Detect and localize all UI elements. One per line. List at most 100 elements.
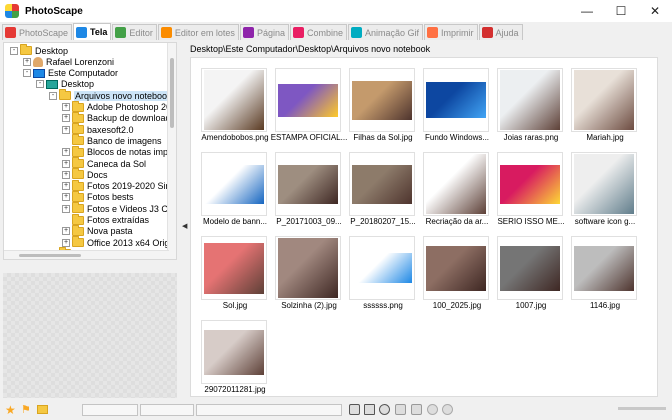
photoscape-window: PhotoScape — ☐ ✕ PhotoScape Tela Editor Edi… <box>0 0 672 420</box>
thumbnail-item[interactable]: ssssss.png <box>349 236 417 312</box>
collapse-icon[interactable]: - <box>36 80 44 89</box>
expand-icon[interactable]: + <box>62 193 70 202</box>
expand-icon[interactable]: + <box>62 182 70 191</box>
tree-item[interactable]: + Fotos e Videos J3 Cri <box>62 202 173 214</box>
tab-editor-em-lotes[interactable]: Editor em lotes <box>157 24 239 40</box>
thumbnail-item[interactable]: P_20180207_15... <box>349 152 417 228</box>
tab-ajuda[interactable]: Ajuda <box>478 24 523 40</box>
refresh-icon[interactable] <box>37 404 49 416</box>
folder-tree-vertical-scrollbar[interactable] <box>167 43 176 259</box>
tab-tela[interactable]: Tela <box>73 23 112 40</box>
expand-icon[interactable]: + <box>62 170 70 179</box>
folder-icon <box>72 179 84 191</box>
delete-icon[interactable] <box>395 404 406 415</box>
tree-item[interactable]: - Desktop <box>10 44 68 56</box>
thumbnail-item[interactable]: Fundo Windows... <box>423 68 491 144</box>
collapse-panel-arrow-icon[interactable]: ◀ <box>182 222 187 230</box>
tab-label: Combine <box>306 27 343 38</box>
thumbnail-filename: software icon g... <box>574 217 636 226</box>
computer-icon <box>33 68 45 78</box>
expand-icon[interactable]: + <box>62 159 70 168</box>
folder-tree-horizontal-scrollbar[interactable] <box>4 250 169 259</box>
collapse-icon[interactable]: - <box>49 91 57 100</box>
expand-icon[interactable]: + <box>23 57 31 66</box>
expand-icon[interactable]: + <box>62 204 70 213</box>
thumbnail-item[interactable]: SERIO ISSO ME... <box>497 152 565 228</box>
slideshow-icon[interactable] <box>349 404 360 415</box>
collapse-icon[interactable]: - <box>23 69 31 78</box>
fit-screen-icon[interactable] <box>364 404 375 415</box>
expand-icon[interactable]: + <box>62 238 70 247</box>
window-controls: — ☐ ✕ <box>570 0 672 22</box>
tab-combine[interactable]: Combine <box>289 24 347 40</box>
print-icon[interactable] <box>411 404 422 415</box>
status-bar: ★ ⚑ <box>0 400 672 420</box>
tab-anima-o-gif[interactable]: Animação Gif <box>348 24 424 40</box>
expand-icon[interactable]: + <box>62 114 70 123</box>
folder-icon <box>59 89 71 101</box>
scrollbar-thumb[interactable] <box>170 58 174 128</box>
thumbnail-frame <box>201 236 267 300</box>
thumbnail-item[interactable]: software icon g... <box>571 152 639 228</box>
thumbnail-item[interactable]: 1146.jpg <box>571 236 639 312</box>
thumbnail-frame <box>201 152 267 216</box>
thumbnail-item[interactable]: ESTAMPA OFICIAL... <box>271 68 347 144</box>
tree-item[interactable]: + Blocos de notas impo <box>62 145 174 158</box>
expand-icon[interactable]: + <box>62 227 70 236</box>
expand-icon[interactable]: + <box>62 125 70 134</box>
title-bar: PhotoScape — ☐ ✕ <box>0 0 672 22</box>
folder-icon <box>72 111 84 123</box>
thumbnail-item[interactable]: Modelo de bann... <box>201 152 269 228</box>
tree-item[interactable]: - Este Computador <box>23 68 118 79</box>
zoom-slider[interactable] <box>618 407 666 410</box>
scrollbar-thumb[interactable] <box>19 254 81 257</box>
tab-imprimir[interactable]: Imprimir <box>424 24 478 40</box>
thumbnail-item[interactable]: Joias raras.png <box>497 68 565 144</box>
tab-editor[interactable]: Editor <box>112 24 157 40</box>
thumbnail-item[interactable]: Amendobobos.png <box>201 68 269 144</box>
minimize-button[interactable]: — <box>570 0 604 22</box>
thumbnail-item[interactable]: Filhas da Sol.jpg <box>349 68 417 144</box>
tab-icon <box>242 27 254 38</box>
expand-icon[interactable]: + <box>62 148 70 157</box>
maximize-button[interactable]: ☐ <box>604 0 638 22</box>
close-button[interactable]: ✕ <box>638 0 672 22</box>
rotate-right-icon[interactable] <box>442 404 453 415</box>
tree-item-label: Fotos 2019-2020 Sim <box>87 181 174 192</box>
thumbnail-item[interactable]: 29072011281.jpg <box>201 320 269 396</box>
tab-photoscape[interactable]: PhotoScape <box>2 24 73 40</box>
thumbnail-frame <box>201 68 267 132</box>
info-icon[interactable] <box>379 404 390 415</box>
folder-icon <box>72 123 84 135</box>
thumbnail-item[interactable]: 1007.jpg <box>497 236 565 312</box>
tree-item[interactable]: + Adobe Photoshop 20 <box>62 100 171 113</box>
thumbnail-item[interactable]: 100_2025.jpg <box>423 236 491 312</box>
tree-item[interactable]: + Office 2013 x64 Origi <box>62 236 171 248</box>
thumbnail-image <box>352 164 412 204</box>
tab-icon <box>160 27 172 38</box>
thumbnail-item[interactable]: Recriação da ar... <box>423 152 491 228</box>
thumbnail-item[interactable]: Solzinha (2).jpg <box>275 236 343 312</box>
tree-item-label: Fotos extraídas <box>87 215 150 225</box>
thumbnail-item[interactable]: Sol.jpg <box>201 236 269 312</box>
path-text: Desktop\Este Computador\Desktop\Arquivos… <box>190 44 431 54</box>
star-icon[interactable]: ★ <box>5 404 17 416</box>
tree-item-label: Desktop <box>61 79 95 90</box>
tab-p-gina[interactable]: Página <box>239 24 289 40</box>
tree-item[interactable]: - Arquivos novo notebook <box>49 89 173 101</box>
tree-item[interactable]: Fotos extraídas <box>62 213 150 226</box>
tree-item[interactable]: Banco de imagens <box>62 134 162 146</box>
thumbnail-frame <box>349 152 415 216</box>
tree-item[interactable]: + Rafael Lorenzoni <box>23 56 114 67</box>
thumbnail-frame <box>275 152 341 216</box>
thumbnail-image <box>426 245 486 291</box>
tree-item-label: Blocos de notas impo <box>87 147 174 158</box>
expand-icon[interactable]: + <box>62 103 70 111</box>
thumbnail-item[interactable]: P_20171003_09... <box>275 152 343 228</box>
thumbnail-item[interactable]: Mariah.jpg <box>571 68 639 144</box>
tree-item[interactable]: + Docs <box>62 168 108 180</box>
tree-item[interactable]: + Fotos 2019-2020 Sim <box>62 179 174 192</box>
collapse-icon[interactable]: - <box>10 46 18 55</box>
favorites-folder-icon[interactable]: ⚑ <box>21 404 33 416</box>
rotate-left-icon[interactable] <box>427 404 438 415</box>
